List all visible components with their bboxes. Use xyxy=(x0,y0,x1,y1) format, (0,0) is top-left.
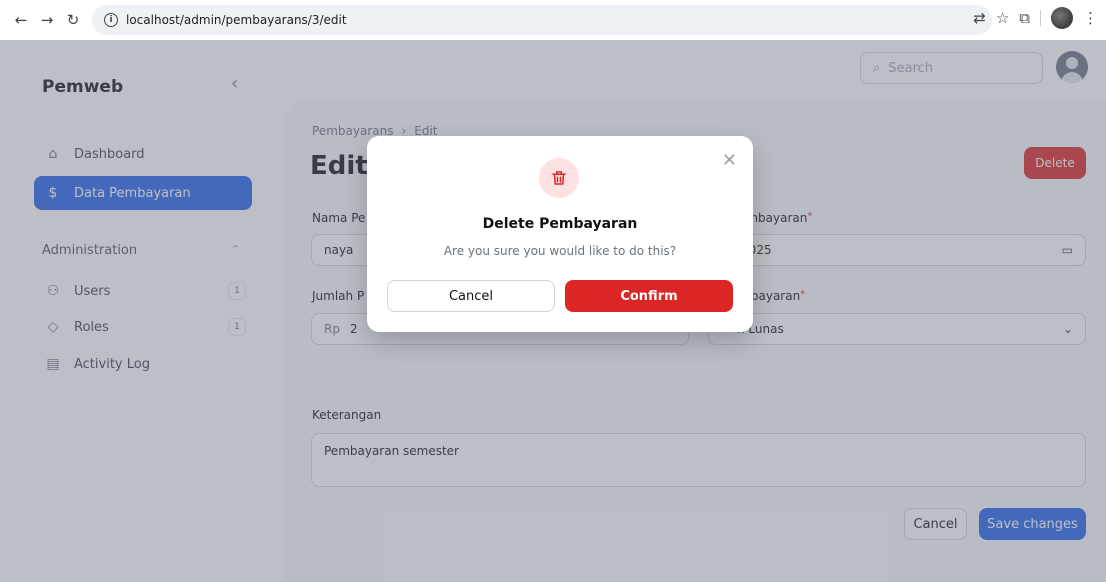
extensions-icon[interactable]: ⧉ xyxy=(1019,9,1030,27)
back-arrow-icon[interactable]: ← xyxy=(8,7,34,33)
url-text: localhost/admin/pembayarans/3/edit xyxy=(126,13,347,27)
modal-cancel-button[interactable]: Cancel xyxy=(387,280,555,312)
more-menu-icon[interactable]: ⋮ xyxy=(1083,9,1098,27)
browser-actions: ⇄ ☆ ⧉ ⋮ xyxy=(973,7,1098,29)
modal-description: Are you sure you would like to do this? xyxy=(443,244,677,258)
separator xyxy=(1040,10,1041,26)
close-icon[interactable]: ✕ xyxy=(722,150,737,171)
modal-title: Delete Pembayaran xyxy=(482,216,638,232)
translate-icon[interactable]: ⇄ xyxy=(973,9,986,27)
profile-avatar[interactable] xyxy=(1051,7,1073,29)
trash-icon xyxy=(539,158,579,198)
browser-toolbar: ← → ↻ i localhost/admin/pembayarans/3/ed… xyxy=(0,0,1106,40)
forward-arrow-icon[interactable]: → xyxy=(34,7,60,33)
address-bar[interactable]: i localhost/admin/pembayarans/3/edit xyxy=(92,5,992,35)
reload-icon[interactable]: ↻ xyxy=(60,7,86,33)
star-icon[interactable]: ☆ xyxy=(996,9,1009,27)
delete-confirm-modal: ✕ Delete Pembayaran Are you sure you wou… xyxy=(367,136,753,332)
modal-confirm-button[interactable]: Confirm xyxy=(565,280,733,312)
info-icon[interactable]: i xyxy=(104,13,118,27)
